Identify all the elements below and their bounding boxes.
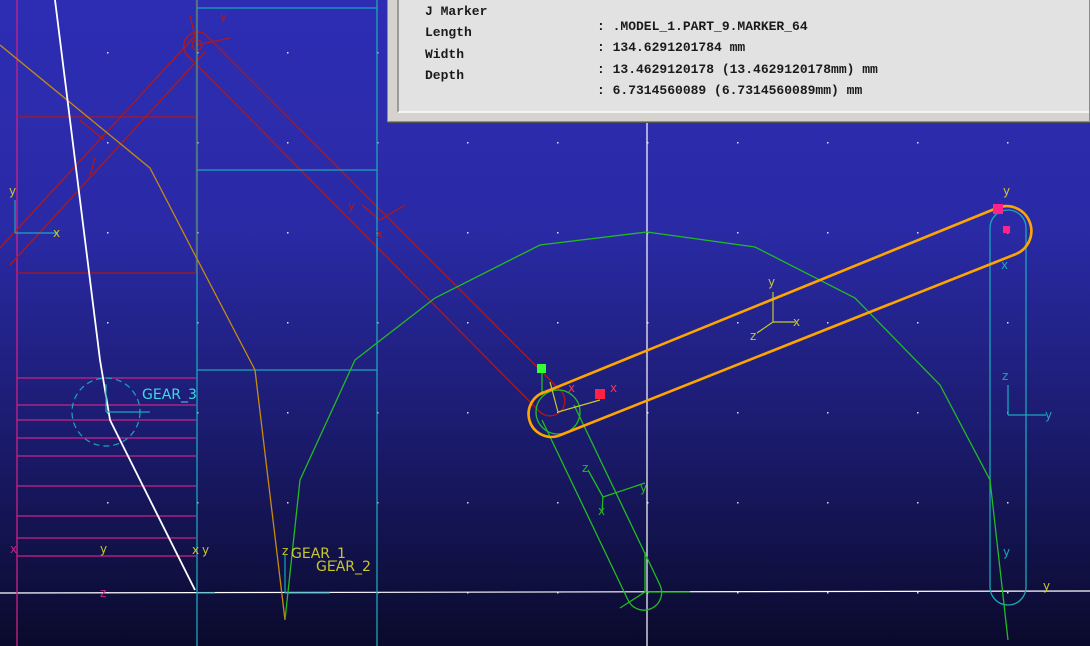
axis-letter: y [1043,579,1050,593]
info-value: : 13.4629120178 (13.4629120178mm) mm [597,62,878,77]
grid-dot [107,232,109,234]
axis-letter: x [376,227,383,241]
info-value: : 6.7314560089 (6.7314560089mm) mm [597,83,863,98]
axis-letter: y [100,542,107,556]
global-x-axis [0,590,1090,594]
grid-dot [467,502,469,504]
grid-dot [557,232,559,234]
info-panel: J Marker : .MODEL_1.PART_9.MARKER_64 Len… [387,0,1090,122]
grid-dot [287,232,289,234]
marker-pink[interactable] [993,204,1003,214]
grid-dot [287,322,289,324]
grid-dot [737,322,739,324]
orange-wire [0,44,286,621]
grid-dot [467,142,469,144]
grid-dot [827,142,829,144]
grid-dot [917,142,919,144]
axis-letter: y [1003,184,1010,198]
gear-3-shape [71,377,150,447]
grid-dot [287,412,289,414]
grid-dot [737,412,739,414]
axis-letter: x [10,542,17,556]
marker-pink-2[interactable] [1003,226,1010,233]
grid-dot [917,322,919,324]
axis-letter: y [348,199,355,213]
grid-dot [557,322,559,324]
axis-letter: y [768,275,775,289]
axis-letter: y [1045,408,1052,422]
info-panel-content: J Marker : .MODEL_1.PART_9.MARKER_64 Len… [397,0,1089,113]
grid-dot [827,412,829,414]
axis-letter: y [1003,545,1010,559]
3d-viewport[interactable]: GEAR_3 GEAR_1 GEAR_2 y x x y z x y z y x… [0,0,1090,646]
grid-dot [107,502,109,504]
grid-dot [557,502,559,504]
axis-letter: z [582,461,588,475]
grid-dot [917,232,919,234]
grid-dot [287,142,289,144]
center-triad [549,292,795,413]
grid-dot [737,142,739,144]
axis-letter: z [100,586,106,600]
grid-dot [287,502,289,504]
grid-dot [827,592,829,594]
info-key: Depth [425,68,465,83]
axis-letter: z [1002,369,1008,383]
axis-letter: z [750,329,756,343]
gear-2-label[interactable]: GEAR_2 [316,559,371,575]
info-value: : .MODEL_1.PART_9.MARKER_64 [597,19,808,34]
grid-dot [1007,142,1009,144]
grid-dot [107,52,109,54]
grid-dot [827,322,829,324]
axis-letter: y [640,481,647,495]
grid-dot [917,592,919,594]
axis-letter: y [202,543,209,557]
grid-dot [467,322,469,324]
grid-dot [737,502,739,504]
gear-3-label[interactable]: GEAR_3 [142,387,197,403]
grid-dot [827,502,829,504]
axis-letter: z [282,544,288,558]
white-wire [54,0,196,591]
axis-letter: y [220,9,227,23]
axis-letter: y [9,184,16,198]
grid-dot [467,232,469,234]
axis-letter: x [610,381,617,395]
axis-letter: x [1001,258,1008,272]
info-value: : 134.6291201784 mm [597,40,746,55]
grid-dot [107,322,109,324]
grid-dots [107,52,1009,594]
green-link [535,366,690,611]
axis-letter: x [192,543,199,557]
grid-dot [827,232,829,234]
axis-letter: x [53,226,60,240]
marker-green[interactable] [537,364,546,373]
grid-dot [917,502,919,504]
axis-letter: x [598,504,605,518]
axis-letter: x [793,315,800,329]
grid-dot [1007,502,1009,504]
grid-dot [1007,322,1009,324]
info-row-depth: Depth : 6.7314560089 (6.7314560089mm) mm [425,53,862,113]
grid-dot [287,52,289,54]
grid-dot [107,142,109,144]
grid-dot [917,412,919,414]
axis-letter: x [568,381,575,395]
marker-red[interactable] [595,389,605,399]
grid-dot [467,412,469,414]
grid-dot [737,232,739,234]
grid-dot [1007,592,1009,594]
grid-dot [557,142,559,144]
